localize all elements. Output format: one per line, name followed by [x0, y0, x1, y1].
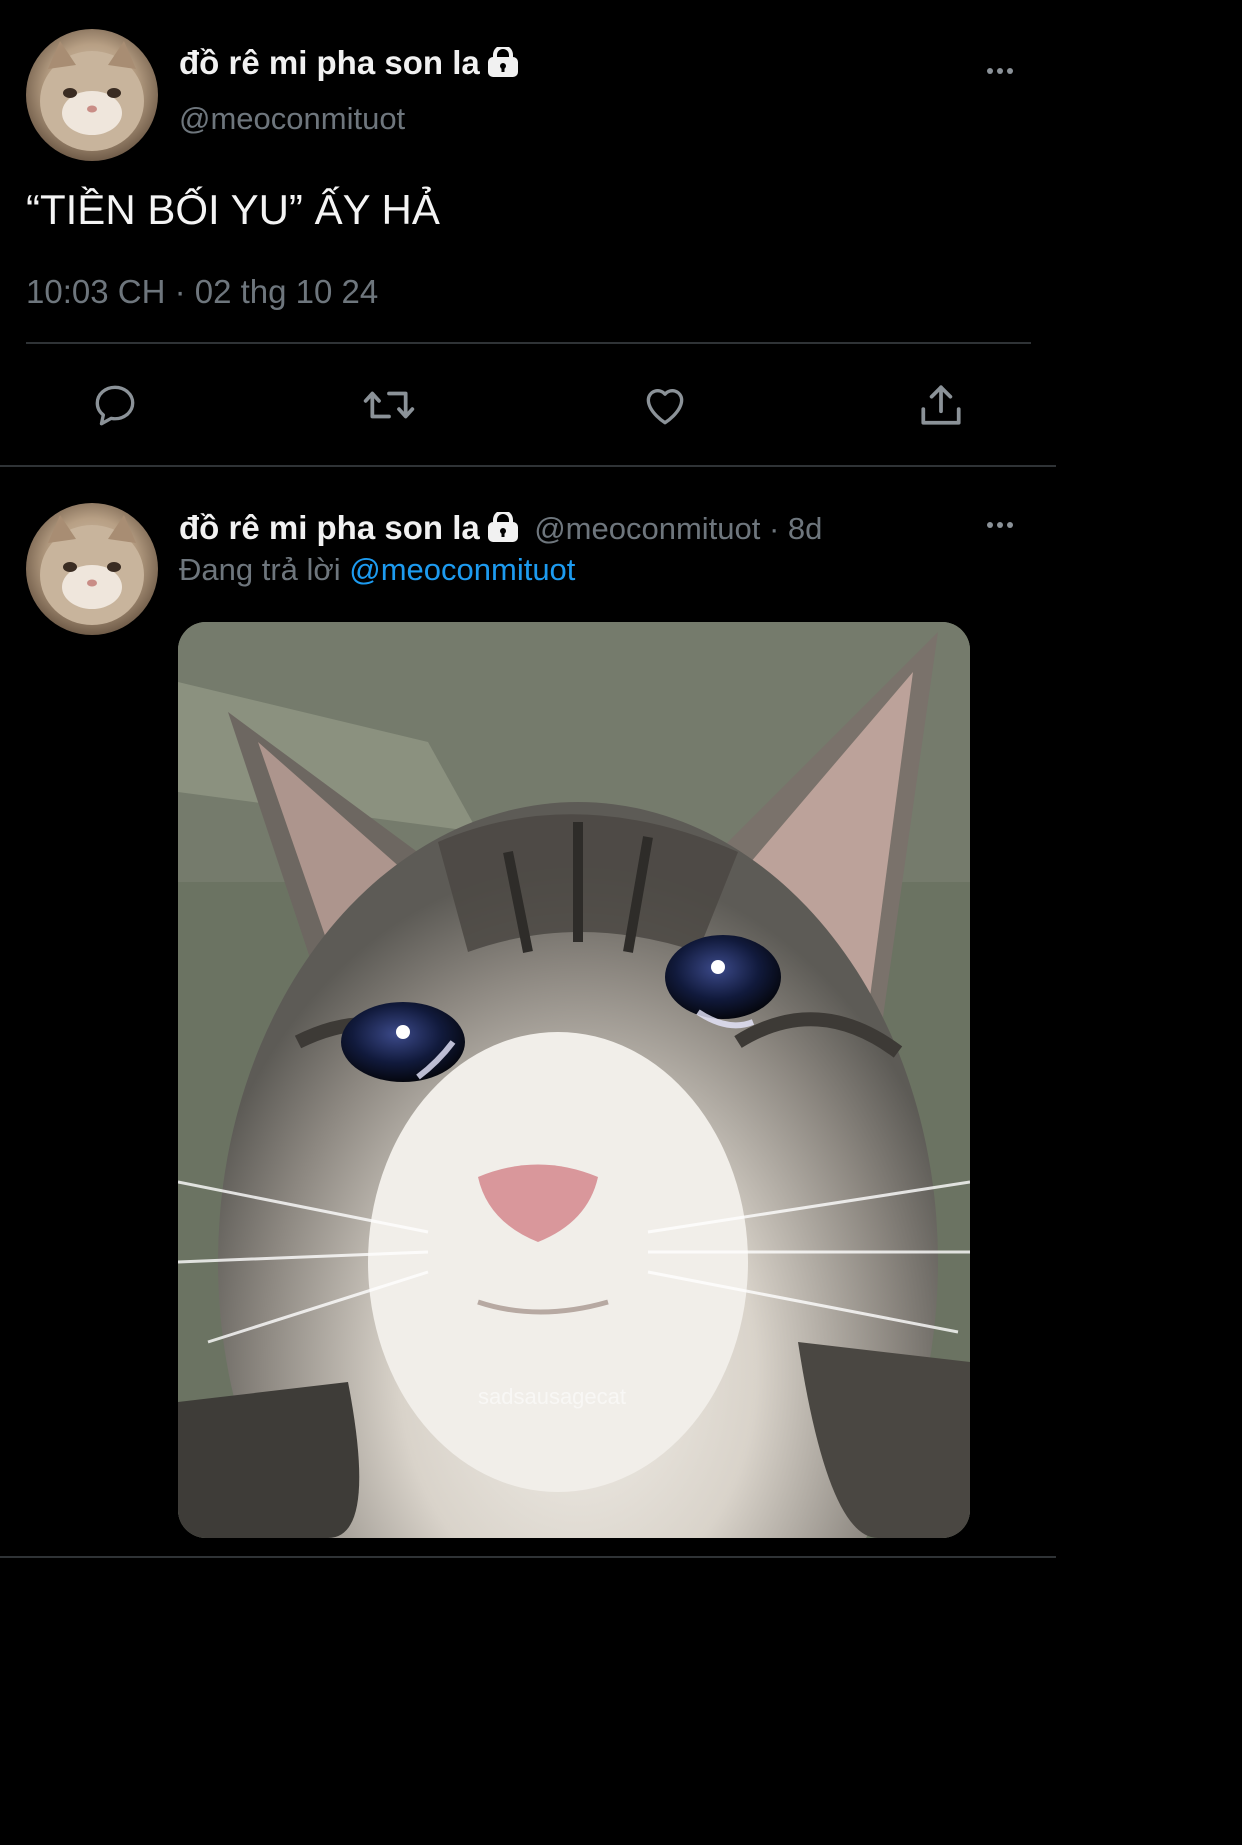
- media-watermark: sadsausagecat: [478, 1384, 626, 1409]
- replying-to: Đang trả lời @meoconmituot: [179, 552, 575, 588]
- reply-handle-time[interactable]: @meoconmituot · 8d: [534, 511, 822, 546]
- retweet-icon: [363, 391, 415, 419]
- cat-avatar-icon: [40, 515, 144, 625]
- display-name-text: đồ rê mi pha son la: [179, 44, 480, 81]
- crying-cat-photo: sadsausagecat: [178, 622, 970, 1538]
- like-icon: [646, 389, 684, 425]
- like-button[interactable]: [640, 380, 690, 430]
- lock-icon: [486, 45, 520, 85]
- share-icon: [921, 385, 961, 425]
- reply-display-name[interactable]: đồ rê mi pha son la: [179, 509, 480, 546]
- reply-header: đồ rê mi pha son la @meoconmituot · 8d: [179, 509, 822, 547]
- section-divider: [0, 465, 1056, 467]
- reply-avatar[interactable]: [26, 503, 158, 635]
- cat-avatar-icon: [40, 41, 144, 151]
- replying-to-mention[interactable]: @meoconmituot: [349, 552, 575, 587]
- handle[interactable]: @meoconmituot: [179, 101, 405, 137]
- share-button[interactable]: [916, 380, 966, 430]
- tweet-timestamp[interactable]: 10:03 CH · 02 thg 10 24: [26, 273, 378, 311]
- retweet-button[interactable]: [361, 380, 417, 430]
- bottom-divider: [0, 1556, 1056, 1558]
- avatar[interactable]: [26, 29, 158, 161]
- replying-prefix: Đang trả lời: [179, 552, 350, 587]
- tweet-text: “TIỀN BỐI YU” ẤY HẢ: [26, 186, 440, 233]
- display-name[interactable]: đồ rê mi pha son la: [179, 44, 520, 85]
- reply-icon: [95, 385, 135, 426]
- more-options-icon[interactable]: [987, 68, 1013, 74]
- lock-icon: [486, 510, 520, 547]
- tweet-media[interactable]: sadsausagecat: [178, 622, 970, 1538]
- divider: [26, 342, 1031, 344]
- reply-button[interactable]: [90, 380, 140, 430]
- reply-more-options-icon[interactable]: [987, 522, 1013, 528]
